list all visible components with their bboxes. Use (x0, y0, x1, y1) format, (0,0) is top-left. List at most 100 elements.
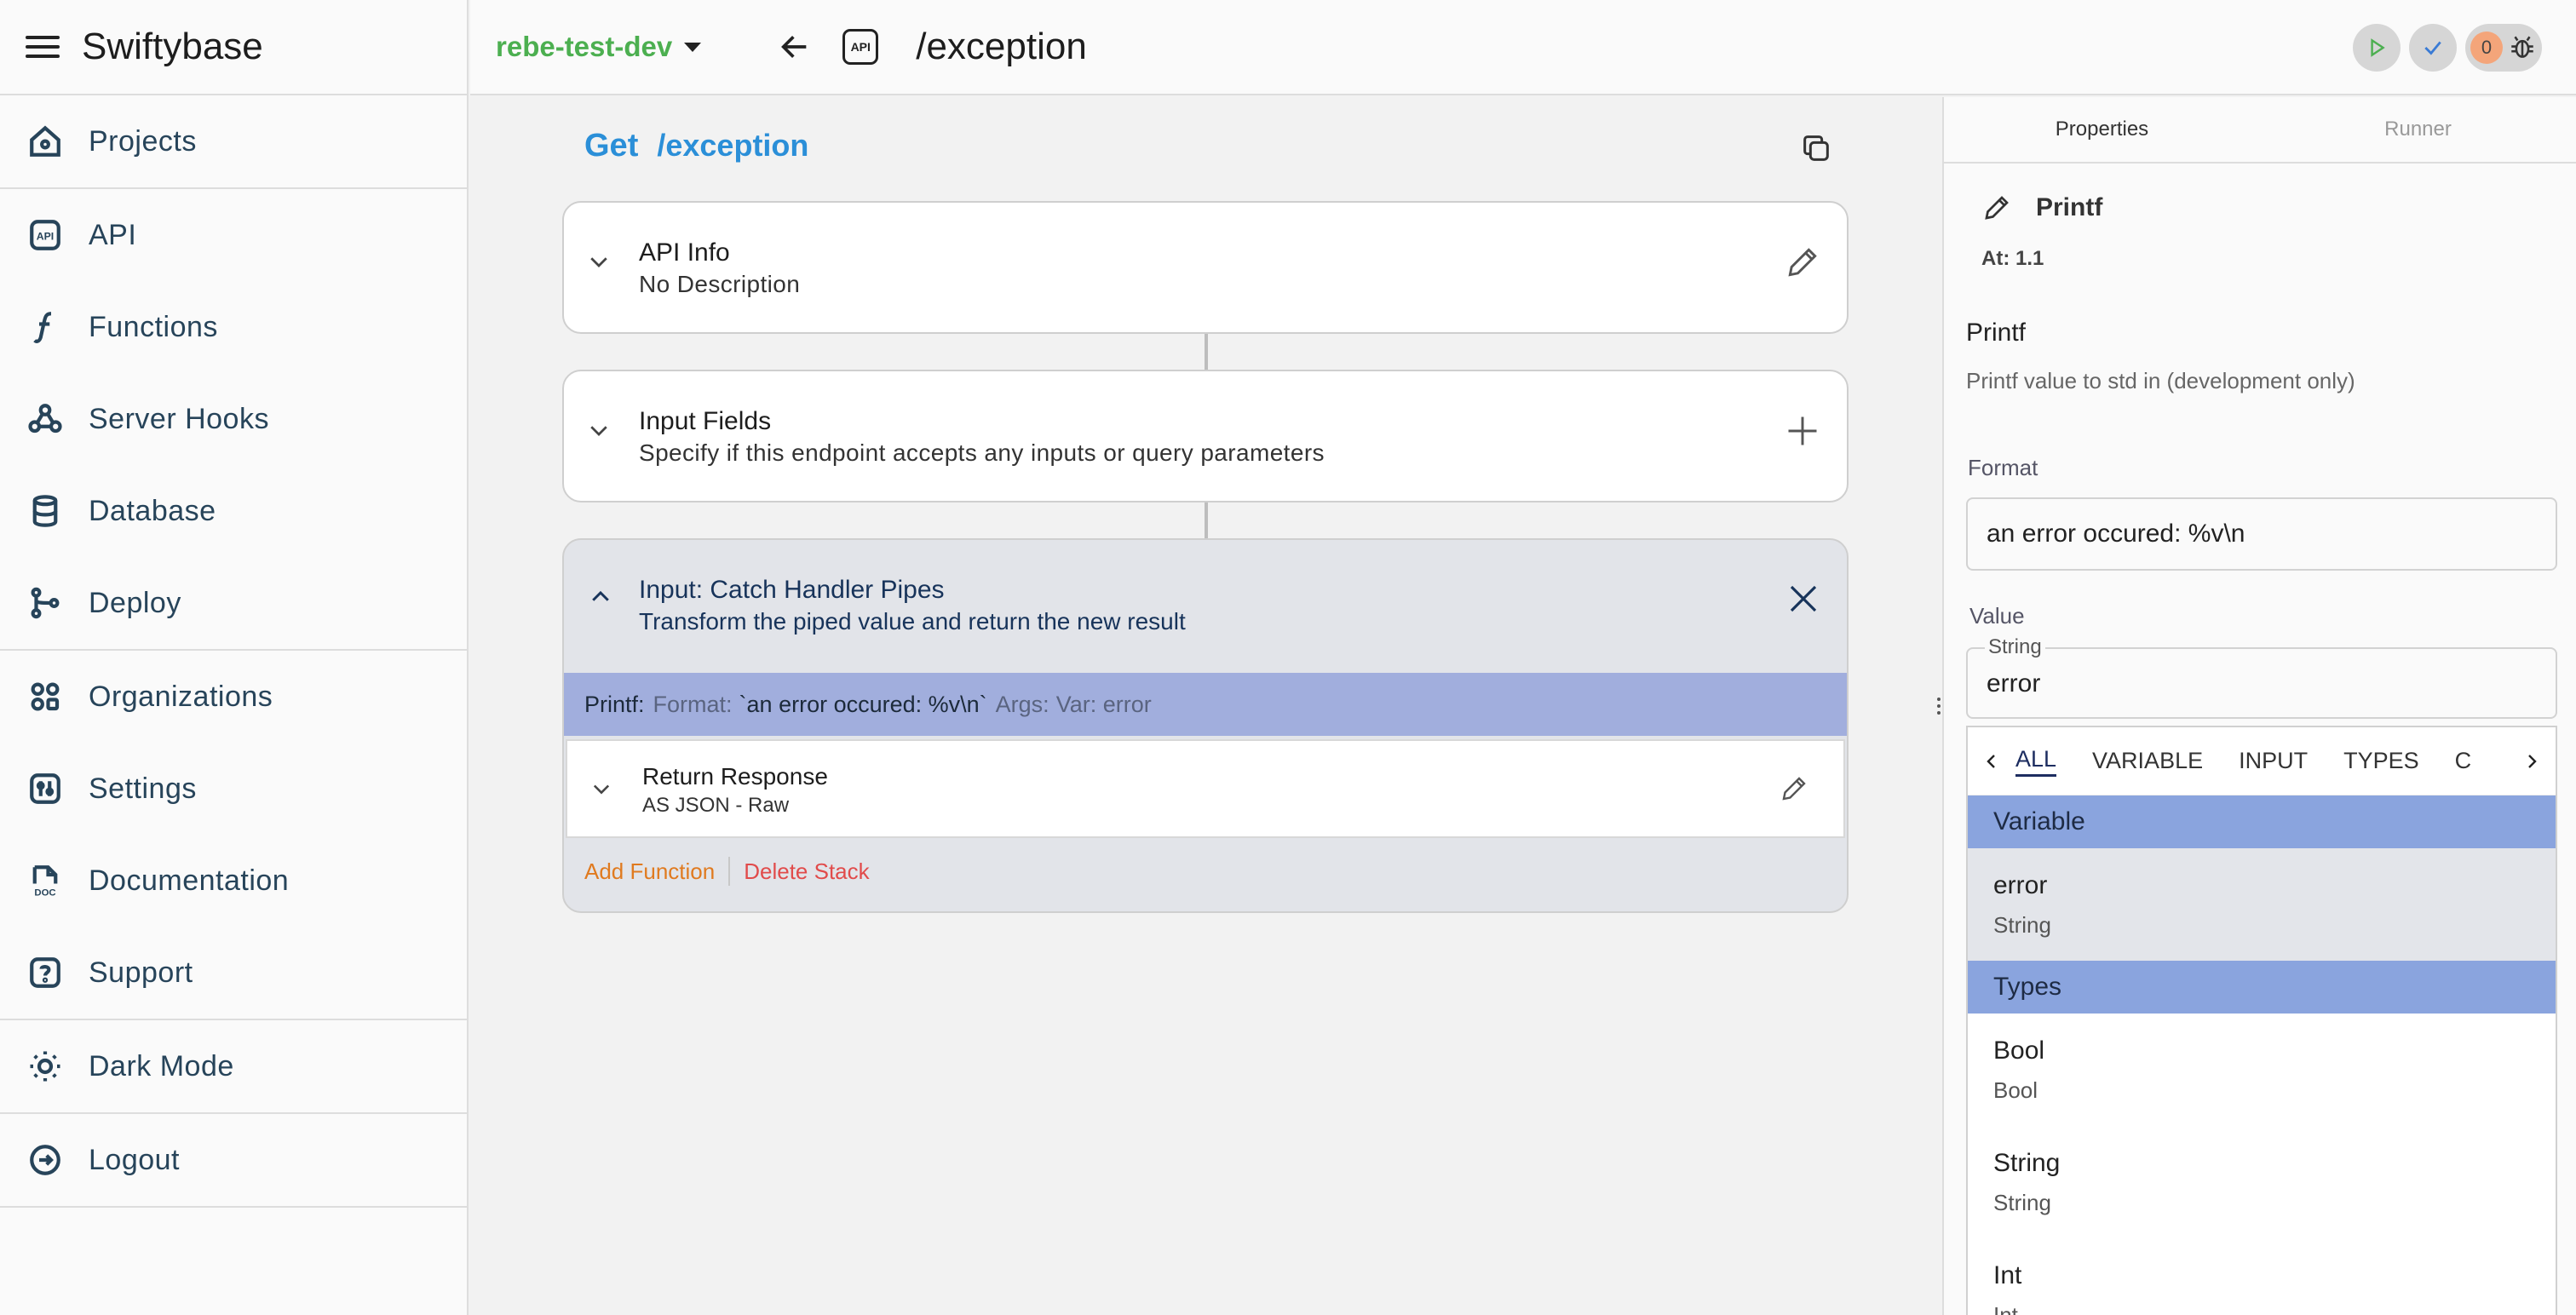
dropdown-tabs: ALL VARIABLE INPUT TYPES C (1968, 727, 2556, 795)
page-title: /exception (916, 26, 1087, 67)
panel-tabs: Properties Runner (1944, 97, 2576, 164)
list-item[interactable]: String String (1968, 1126, 2556, 1238)
chevron-up-icon[interactable] (588, 584, 613, 610)
sidebar-item-logout[interactable]: Logout (0, 1114, 467, 1206)
properties-panel: Properties Runner Printf At: 1.1 Printf … (1942, 97, 2576, 1315)
chevron-down-icon[interactable] (586, 417, 612, 443)
sidebar-item-server-hooks[interactable]: Server Hooks (0, 373, 467, 465)
app-title: Swiftybase (82, 26, 263, 67)
sidebar-item-label: Database (89, 494, 216, 527)
plus-icon[interactable] (1784, 412, 1821, 450)
edit-icon[interactable] (1784, 244, 1821, 281)
printf-function-row[interactable]: Printf: Format: `an error occured: %v\n`… (564, 673, 1847, 736)
chevron-down-icon[interactable] (586, 249, 612, 274)
sidebar-item-organizations[interactable]: Organizations (0, 651, 467, 743)
card-title: Return Response (642, 763, 828, 790)
input-fields-card[interactable]: Input Fields Specify if this endpoint ac… (562, 370, 1849, 502)
tab-runner[interactable]: Runner (2260, 97, 2576, 162)
sidebar-item-settings[interactable]: Settings (0, 743, 467, 835)
value-input[interactable]: String error (1966, 635, 2557, 719)
item-type: String (1993, 911, 2051, 938)
top-actions: 0 (2353, 24, 2542, 72)
project-name: rebe-test-dev (496, 31, 673, 62)
section-header-types: Types (1968, 961, 2556, 1014)
menu-icon[interactable] (26, 36, 60, 58)
copy-icon[interactable] (1799, 131, 1833, 165)
nav-group-logout: Logout (0, 1114, 467, 1208)
value-label: Value (1969, 603, 2025, 629)
back-arrow-icon[interactable] (778, 30, 812, 64)
tab-types[interactable]: TYPES (2343, 748, 2419, 774)
home-icon (26, 122, 65, 161)
edit-icon[interactable] (1779, 773, 1809, 804)
chevron-right-icon[interactable] (2508, 727, 2556, 795)
sidebar-item-deploy[interactable]: Deploy (0, 557, 467, 649)
endpoint-header: Get /exception (584, 128, 808, 164)
format-label: Format: (653, 691, 733, 717)
value-text: error (1987, 669, 2041, 698)
debug-button[interactable]: 0 (2465, 24, 2542, 72)
divider (728, 857, 731, 886)
format-input[interactable]: an error occured: %v\n (1966, 497, 2557, 571)
sun-icon (26, 1047, 65, 1086)
stack-subtitle: Transform the piped value and return the… (639, 608, 1186, 635)
tab-variable[interactable]: VARIABLE (2092, 748, 2203, 774)
sidebar-item-label: Organizations (89, 680, 273, 713)
delete-stack-button[interactable]: Delete Stack (744, 858, 869, 885)
connector-line (1205, 502, 1208, 538)
add-function-button[interactable]: Add Function (584, 858, 715, 885)
list-item[interactable]: error String (1968, 848, 2556, 961)
sidebar-item-label: Functions (89, 310, 218, 343)
item-name: Int (1993, 1260, 2022, 1289)
sidebar-item-dark-mode[interactable]: Dark Mode (0, 1020, 467, 1112)
close-icon[interactable] (1785, 581, 1821, 617)
webhook-icon (26, 399, 65, 439)
tab-input[interactable]: INPUT (2239, 748, 2308, 774)
sidebar-item-label: API (89, 218, 137, 251)
run-button[interactable] (2353, 24, 2401, 72)
sidebar-item-support[interactable]: Support (0, 927, 467, 1019)
sidebar: Swiftybase Projects API API Functions Se… (0, 0, 469, 1315)
section-header-variable: Variable (1968, 795, 2556, 848)
brand-header: Swiftybase (0, 0, 467, 95)
chevron-left-icon[interactable] (1968, 727, 2015, 795)
tab-more[interactable]: C (2455, 748, 2472, 774)
sidebar-item-api[interactable]: API API (0, 189, 467, 281)
tab-all[interactable]: ALL (2015, 746, 2057, 777)
sidebar-item-label: Documentation (89, 864, 290, 897)
item-name: error (1993, 870, 2048, 899)
check-icon (2424, 41, 2441, 55)
api-info-card[interactable]: API Info No Description (562, 201, 1849, 334)
logout-icon (26, 1140, 65, 1180)
tab-properties[interactable]: Properties (1944, 97, 2260, 162)
sidebar-item-documentation[interactable]: DOC Documentation (0, 835, 467, 927)
function-position: At: 1.1 (1981, 247, 2044, 270)
item-name: String (1993, 1148, 2061, 1177)
main-canvas: Get /exception API Info No Description I… (470, 97, 1942, 1315)
item-type: String (1993, 1189, 2051, 1215)
return-response-card[interactable]: Return Response AS JSON - Raw (566, 739, 1845, 838)
function-header: Printf (1981, 192, 2102, 223)
list-item[interactable]: Bool Bool (1968, 1014, 2556, 1126)
sidebar-item-label: Settings (89, 772, 197, 805)
database-icon (26, 491, 65, 531)
svg-text:DOC: DOC (34, 888, 55, 899)
function-description: Printf value to std in (development only… (1966, 368, 2355, 393)
item-type: Bool (1993, 1077, 2038, 1103)
sidebar-item-projects[interactable]: Projects (0, 95, 467, 187)
sidebar-item-database[interactable]: Database (0, 465, 467, 557)
value-suggestions-dropdown: ALL VARIABLE INPUT TYPES C Variable erro… (1966, 726, 2557, 1315)
item-type: Int (1993, 1301, 2018, 1315)
function-icon (26, 307, 65, 347)
list-item[interactable]: Int Int (1968, 1238, 2556, 1315)
sidebar-item-label: Projects (89, 124, 197, 158)
stack-actions: Add Function Delete Stack (584, 857, 870, 886)
sidebar-item-functions[interactable]: Functions (0, 281, 467, 373)
endpoint-path: /exception (657, 128, 809, 163)
sidebar-item-label: Deploy (89, 586, 181, 619)
chevron-down-icon[interactable] (589, 777, 613, 801)
project-selector[interactable]: rebe-test-dev (496, 31, 702, 63)
card-subtitle: No Description (639, 271, 801, 297)
check-button[interactable] (2409, 24, 2457, 72)
function-name: Printf (2036, 193, 2103, 221)
